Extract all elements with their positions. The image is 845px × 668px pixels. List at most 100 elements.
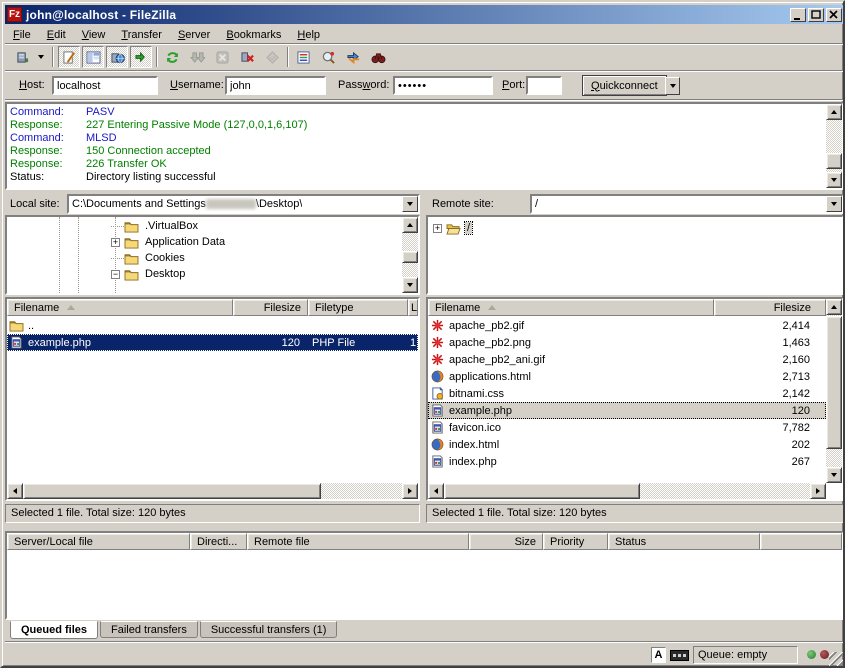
apache-feather-icon: [430, 336, 445, 349]
divider: [5, 99, 844, 101]
file-row[interactable]: apache_pb2.png 1,463: [428, 334, 826, 351]
menu-edit[interactable]: Edit: [39, 27, 74, 43]
file-row[interactable]: index.php 267: [428, 453, 826, 470]
password-input[interactable]: [393, 76, 493, 95]
queue-col-size[interactable]: Size: [469, 533, 543, 550]
sync-browsing-button[interactable]: [342, 46, 364, 68]
remote-vscrollbar[interactable]: [826, 299, 842, 483]
scroll-up-icon: [831, 302, 837, 309]
local-hscrollbar-thumb[interactable]: [23, 483, 321, 499]
comparison-button[interactable]: [317, 46, 339, 68]
local-site-combo[interactable]: C:\Documents and Settings\Desktop\: [67, 194, 420, 214]
queue-col-server-local-file[interactable]: Server/Local file: [7, 533, 190, 550]
local-col-filename[interactable]: Filename: [7, 299, 233, 316]
file-row[interactable]: index.html 202: [428, 436, 826, 453]
menu-view[interactable]: View: [74, 27, 114, 43]
resize-grip[interactable]: [829, 652, 843, 666]
file-row-updir[interactable]: ..: [7, 317, 418, 334]
menu-transfer[interactable]: Transfer: [113, 27, 170, 43]
status-indicator-icon[interactable]: [670, 650, 689, 661]
menu-bookmarks[interactable]: Bookmarks: [218, 27, 289, 43]
site-manager-button[interactable]: [11, 46, 33, 68]
process-queue-icon: [190, 51, 205, 64]
username-input[interactable]: [225, 76, 326, 95]
quickconnect-button[interactable]: Quickconnect: [582, 75, 667, 96]
queue-col-status[interactable]: Status: [608, 533, 760, 550]
local-site-label: Local site:: [10, 198, 60, 210]
local-tree-scrollbar[interactable]: [402, 217, 418, 293]
port-label: Port:: [502, 79, 525, 91]
tree-item-application-data[interactable]: + Application Data: [111, 234, 227, 250]
toggle-local-tree-button[interactable]: [82, 46, 104, 68]
process-queue-button[interactable]: [186, 46, 208, 68]
tab-queued-files[interactable]: Queued files: [10, 621, 98, 639]
file-row[interactable]: bitnami.css 2,142: [428, 385, 826, 402]
tab-failed-transfers[interactable]: Failed transfers: [100, 621, 198, 638]
disconnect-button[interactable]: [236, 46, 258, 68]
host-input[interactable]: [52, 76, 158, 95]
message-log: Command:PASV Response:227 Entering Passi…: [5, 102, 844, 190]
expand-plus-icon[interactable]: +: [433, 224, 442, 233]
remote-hscrollbar[interactable]: [428, 483, 826, 499]
remote-hscrollbar-thumb[interactable]: [444, 483, 640, 499]
queue-col-direction[interactable]: Directi...: [190, 533, 247, 550]
local-tree-scrollbar-thumb[interactable]: [402, 251, 418, 263]
find-files-button[interactable]: [367, 46, 389, 68]
remote-site-path: /: [535, 197, 538, 211]
collapse-minus-icon[interactable]: −: [111, 270, 120, 279]
remote-site-combo[interactable]: /: [530, 194, 844, 214]
tree-item-desktop[interactable]: − Desktop: [111, 266, 187, 282]
queue-col-remote-file[interactable]: Remote file: [247, 533, 469, 550]
tab-successful-transfers[interactable]: Successful transfers (1): [200, 621, 338, 638]
red-activity-led-icon: [820, 650, 829, 659]
quickconnect-bar: Host: Username: Password: Port: Quickcon…: [5, 72, 844, 99]
local-col-filetype[interactable]: Filetype: [308, 299, 408, 316]
site-manager-dropdown[interactable]: [34, 49, 47, 65]
file-row-example-php[interactable]: example.php 120 PHP File 1: [7, 334, 418, 351]
menu-server[interactable]: Server: [170, 27, 218, 43]
filter-button[interactable]: [292, 46, 314, 68]
log-line: Response:226 Transfer OK: [7, 158, 842, 171]
menu-help[interactable]: Help: [289, 27, 328, 43]
remote-col-filesize[interactable]: Filesize: [714, 299, 826, 316]
toggle-log-button[interactable]: [58, 46, 80, 68]
transfer-type-indicator-icon[interactable]: A: [651, 647, 666, 663]
log-line: Response:227 Entering Passive Mode (127,…: [7, 119, 842, 132]
close-button[interactable]: [826, 8, 842, 22]
port-input[interactable]: [526, 76, 562, 95]
maximize-button[interactable]: [808, 8, 824, 22]
cancel-operation-button[interactable]: [211, 46, 233, 68]
log-scrollbar-thumb[interactable]: [826, 153, 842, 169]
remote-site-dropdown[interactable]: [826, 196, 842, 212]
local-hscrollbar[interactable]: [7, 483, 418, 499]
tree-item-virtualbox[interactable]: .VirtualBox: [111, 218, 200, 234]
filezilla-app-icon[interactable]: Fz: [7, 7, 22, 22]
queue-col-priority[interactable]: Priority: [543, 533, 608, 550]
tree-item-root[interactable]: + /: [433, 220, 472, 236]
local-col-modified[interactable]: L: [408, 299, 418, 316]
toolbar-separator: [287, 47, 289, 67]
menu-bar: File Edit View Transfer Server Bookmarks…: [5, 25, 844, 44]
menu-file[interactable]: File: [5, 27, 39, 43]
quickconnect-dropdown[interactable]: [665, 77, 680, 95]
toolbar: [5, 45, 844, 70]
refresh-button[interactable]: [161, 46, 183, 68]
local-site-dropdown[interactable]: [402, 196, 418, 212]
file-row[interactable]: apache_pb2_ani.gif 2,160: [428, 351, 826, 368]
file-row[interactable]: apache_pb2.gif 2,414: [428, 317, 826, 334]
log-scrollbar[interactable]: [826, 104, 842, 188]
tree-item-cookies[interactable]: Cookies: [111, 250, 187, 266]
file-row[interactable]: applications.html 2,713: [428, 368, 826, 385]
minimize-button[interactable]: [790, 8, 806, 22]
file-row[interactable]: favicon.ico 7,782: [428, 419, 826, 436]
toggle-queue-button[interactable]: [130, 46, 152, 68]
remote-col-filename[interactable]: Filename: [428, 299, 714, 316]
filter-icon: [296, 51, 311, 64]
file-row-example-php[interactable]: example.php 120: [428, 402, 826, 419]
toggle-remote-tree-button[interactable]: [106, 46, 128, 68]
local-col-filesize[interactable]: Filesize: [233, 299, 308, 316]
reconnect-button[interactable]: [261, 46, 283, 68]
folder-icon: [124, 236, 139, 249]
expand-plus-icon[interactable]: +: [111, 238, 120, 247]
remote-vscrollbar-thumb[interactable]: [826, 316, 842, 449]
